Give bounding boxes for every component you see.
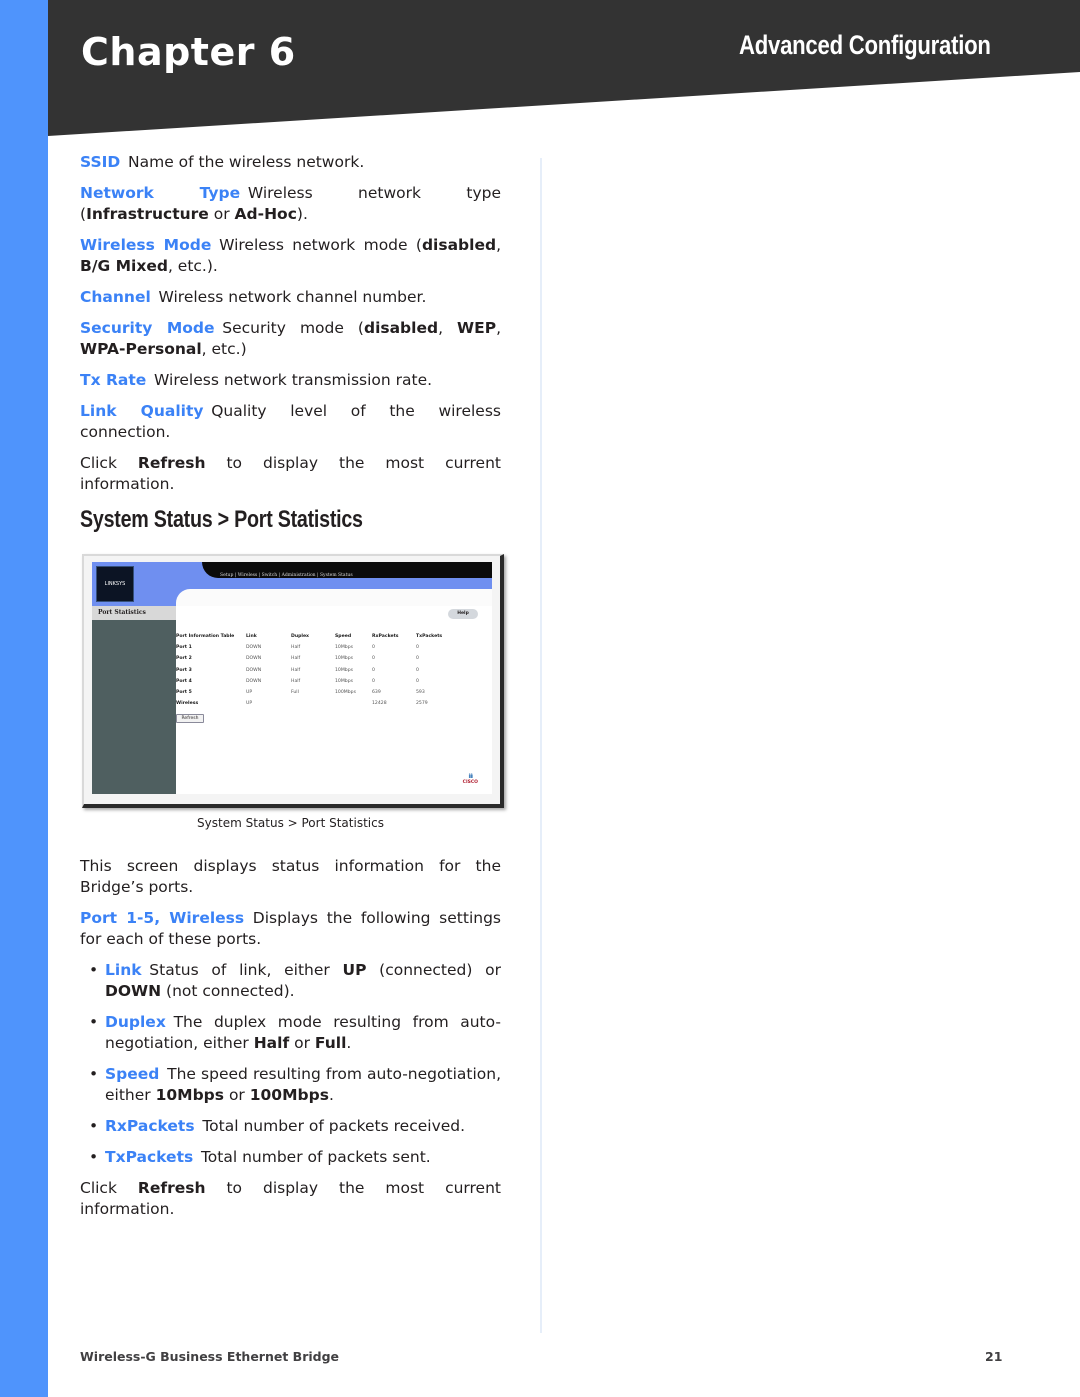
term: Channel <box>80 288 151 306</box>
definition-txpackets: TxPackets Total number of packets sent. <box>89 1147 501 1168</box>
term: Speed <box>105 1065 160 1083</box>
definition-security-mode: Security Mode Security mode (disabled, W… <box>80 319 501 358</box>
term: RxPackets <box>105 1117 195 1135</box>
refresh-note: Click Refresh to display the most curren… <box>80 454 501 493</box>
screenshot-main-area: Help Port Information Table Link Duplex Spe… <box>176 606 492 794</box>
left-column: SSID Name of the wireless network. Networ… <box>80 152 504 1230</box>
definition-ssid: SSID Name of the wireless network. <box>80 153 365 171</box>
table-cell: UP <box>246 701 253 707</box>
table-cell: Wireless <box>176 701 199 707</box>
screenshot-header-curve <box>176 589 492 606</box>
definition-duplex: Duplex The duplex mode resulting from au… <box>89 1012 501 1054</box>
definition-rxpackets: RxPackets Total number of packets receiv… <box>89 1116 501 1137</box>
definition-tx-rate: Tx Rate Wireless network transmission ra… <box>80 371 433 389</box>
definition-network-type: Network Type Wireless network type (Infr… <box>80 184 501 223</box>
definition-speed: Speed The speed resulting from auto-nego… <box>89 1064 501 1106</box>
refresh-button: Refresh <box>176 714 204 723</box>
port-statistics-screenshot: LINKSYS Setup | Wireless | Switch | Admi… <box>80 552 504 808</box>
table-cell: Full <box>291 690 299 695</box>
term: Security Mode <box>80 319 215 337</box>
definition-list-wireless: SSID Name of the wireless network. Networ… <box>80 152 501 443</box>
table-cell: 2579 <box>416 701 428 707</box>
term: Port 1-5, Wireless <box>80 909 245 927</box>
term: Tx Rate <box>80 371 147 389</box>
definition-link: Link Status of link, either UP (connecte… <box>89 960 501 1002</box>
definition-channel: Channel Wireless network channel number. <box>80 288 427 306</box>
cisco-wordmark: CISCO <box>462 780 478 785</box>
term: Network Type <box>80 184 241 202</box>
left-color-stripe <box>0 0 48 1397</box>
subsection-heading: System Status > Port Statistics <box>80 506 363 533</box>
definition-link-quality: Link Quality Quality level of the wirele… <box>80 402 501 441</box>
definition-ports: Port 1-5, Wireless Displays the followin… <box>80 909 501 948</box>
port-settings-list: Link Status of link, either UP (connecte… <box>80 960 501 1168</box>
figure-caption: System Status > Port Statistics <box>197 816 384 830</box>
definition-wireless-mode: Wireless Mode Wireless network mode (dis… <box>80 236 501 275</box>
intro-paragraph: This screen displays status information … <box>80 857 501 896</box>
linksys-logo: LINKSYS <box>96 566 134 602</box>
column-header: RxPackets <box>372 634 399 639</box>
table-cell: 12428 <box>372 701 387 707</box>
table-cell: 100Mbps <box>335 690 356 695</box>
column-header: TxPackets <box>416 634 443 639</box>
column-divider <box>540 158 542 1333</box>
term: Wireless Mode <box>80 236 212 254</box>
chapter-title: Chapter 6 <box>81 30 296 74</box>
term: SSID <box>80 153 121 171</box>
screenshot-frame: LINKSYS Setup | Wireless | Switch | Admi… <box>82 554 504 808</box>
footer-product-name: Wireless-G Business Ethernet Bridge <box>80 1349 340 1364</box>
section-title: Advanced Configuration <box>739 30 991 60</box>
term: TxPackets <box>105 1148 194 1166</box>
cisco-logo: ılıılı CISCO <box>463 774 478 786</box>
term: Link <box>105 961 142 979</box>
refresh-note: Click Refresh to display the most curren… <box>80 1179 501 1218</box>
page-number: 21 <box>985 1349 1003 1364</box>
screenshot-left-panel <box>92 620 176 794</box>
term: Link Quality <box>80 402 204 420</box>
term: Duplex <box>105 1013 166 1031</box>
page-label: Port Statistics <box>92 606 176 620</box>
help-button: Help <box>448 609 478 619</box>
